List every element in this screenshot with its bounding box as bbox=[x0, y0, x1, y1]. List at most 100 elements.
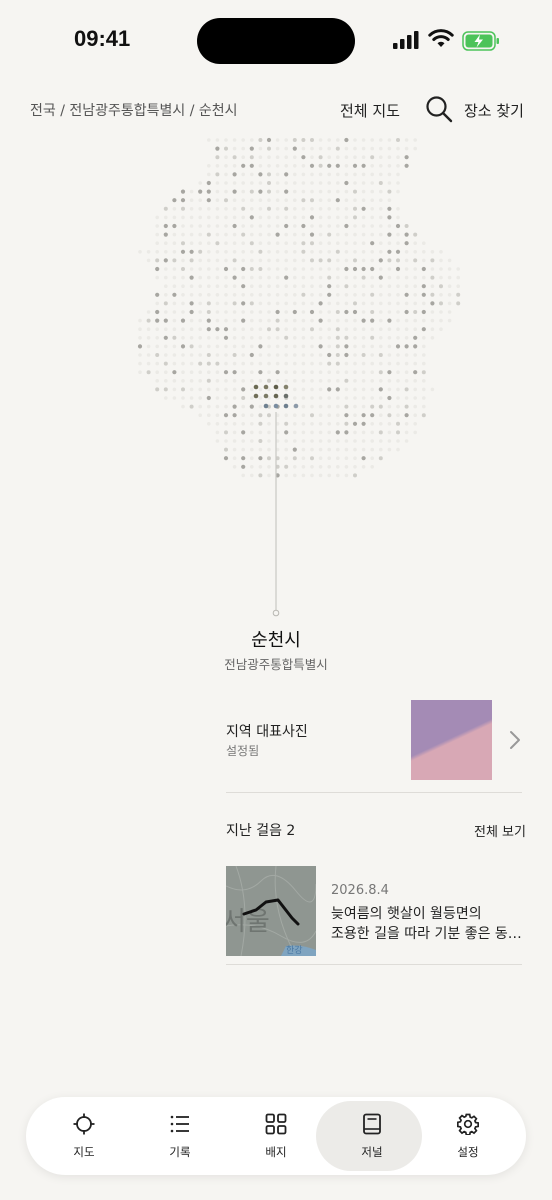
map-dot bbox=[284, 138, 289, 142]
map-dot bbox=[336, 232, 340, 237]
map-dot bbox=[344, 370, 349, 374]
region-photo-thumbnail[interactable] bbox=[411, 700, 492, 780]
map-dot bbox=[301, 249, 306, 254]
map-dot bbox=[379, 146, 383, 151]
tab-settings[interactable]: 설정 bbox=[418, 1097, 518, 1175]
map-dot bbox=[310, 250, 314, 254]
tab-journal[interactable]: 저널 bbox=[316, 1097, 422, 1175]
map-dot bbox=[293, 318, 297, 323]
map-dot bbox=[181, 404, 185, 409]
map-dot bbox=[189, 379, 194, 383]
map-dot bbox=[301, 189, 306, 194]
map-dot bbox=[293, 155, 297, 159]
map-dot bbox=[396, 310, 400, 314]
map-dot bbox=[293, 439, 297, 443]
walk-summary[interactable]: 늦여름의 햇살이 월등면의 조용한 길을 따라 기분 좋은 동… bbox=[331, 904, 527, 944]
map-dot bbox=[267, 361, 271, 366]
map-dot bbox=[249, 146, 254, 151]
tab-badges[interactable]: 배지 bbox=[226, 1097, 326, 1175]
map-dot bbox=[327, 155, 332, 159]
map-dot bbox=[318, 293, 323, 297]
map-dot bbox=[250, 447, 254, 452]
map-dot bbox=[215, 267, 220, 271]
map-dot bbox=[189, 198, 194, 202]
map-dot bbox=[284, 223, 289, 229]
map-dot bbox=[293, 207, 297, 211]
map-dot bbox=[232, 138, 237, 142]
full-map-button[interactable]: 전체 지도 bbox=[340, 100, 400, 121]
map-dot bbox=[172, 310, 177, 314]
chevron-right-icon[interactable] bbox=[506, 728, 524, 752]
dot-map[interactable] bbox=[0, 130, 552, 620]
map-dot bbox=[327, 379, 332, 383]
map-dot bbox=[138, 318, 142, 323]
map-dot bbox=[164, 379, 168, 383]
map-dot bbox=[336, 473, 340, 478]
map-dot bbox=[267, 198, 271, 202]
map-dot bbox=[232, 353, 237, 357]
map-dot bbox=[258, 275, 263, 280]
divider bbox=[226, 964, 522, 965]
map-dot bbox=[146, 310, 151, 314]
map-dot bbox=[310, 275, 314, 280]
map-dot bbox=[318, 172, 323, 177]
region-photo-title[interactable]: 지역 대표사진 bbox=[226, 721, 308, 741]
map-dot bbox=[172, 396, 177, 400]
map-dot bbox=[206, 189, 211, 194]
map-dot bbox=[370, 172, 375, 177]
map-dot bbox=[301, 181, 306, 185]
map-dot bbox=[379, 318, 383, 323]
map-dot bbox=[172, 301, 177, 306]
breadcrumb[interactable]: 전국 / 전남광주통합특별시 / 순천시 bbox=[30, 100, 238, 120]
map-dot bbox=[207, 293, 211, 297]
map-dot bbox=[327, 473, 332, 478]
region-photo-status: 설정됨 bbox=[226, 744, 260, 758]
map-dot bbox=[344, 465, 349, 469]
map-dot bbox=[172, 353, 177, 357]
map-dot bbox=[335, 335, 340, 340]
walk-map-thumbnail[interactable]: 서울 한강 bbox=[226, 866, 316, 956]
map-dot bbox=[189, 353, 194, 357]
find-place-button[interactable]: 장소 찾기 bbox=[464, 100, 524, 121]
map-dot bbox=[198, 396, 202, 400]
map-dot bbox=[155, 266, 160, 272]
map-dot bbox=[224, 250, 228, 254]
map-dot bbox=[370, 439, 375, 443]
map-dot bbox=[275, 370, 280, 375]
map-dot bbox=[258, 241, 263, 245]
map-dot bbox=[172, 327, 177, 331]
map-dot bbox=[250, 181, 254, 185]
map-dot bbox=[232, 301, 237, 306]
map-dot bbox=[361, 439, 366, 443]
map-dot bbox=[258, 181, 263, 185]
map-dot bbox=[396, 275, 400, 280]
map-dot bbox=[395, 266, 401, 272]
tab-records[interactable]: 기록 bbox=[130, 1097, 230, 1175]
search-icon[interactable] bbox=[424, 94, 454, 124]
map-dot bbox=[275, 344, 280, 349]
map-dot bbox=[361, 344, 366, 349]
map-dot bbox=[215, 207, 220, 211]
map-dot bbox=[344, 266, 349, 272]
map-dot bbox=[155, 327, 159, 331]
map-dot bbox=[293, 172, 297, 177]
map-dot bbox=[275, 198, 280, 202]
map-dot bbox=[301, 223, 306, 229]
map-dot bbox=[258, 164, 263, 168]
tab-map[interactable]: 지도 bbox=[34, 1097, 134, 1175]
map-dot bbox=[379, 361, 383, 366]
map-dot bbox=[396, 181, 400, 185]
map-dot bbox=[250, 361, 254, 366]
map-dot bbox=[250, 293, 254, 297]
map-dot bbox=[396, 258, 400, 263]
map-dot bbox=[318, 430, 323, 435]
map-dot bbox=[215, 387, 220, 392]
map-dot bbox=[163, 232, 168, 237]
map-dot bbox=[301, 456, 306, 461]
map-dot bbox=[301, 146, 306, 151]
map-dot bbox=[413, 335, 418, 340]
see-all-button[interactable]: 전체 보기 bbox=[474, 821, 526, 840]
map-dot bbox=[327, 207, 332, 211]
map-dot bbox=[387, 232, 392, 237]
map-dot bbox=[370, 232, 375, 237]
